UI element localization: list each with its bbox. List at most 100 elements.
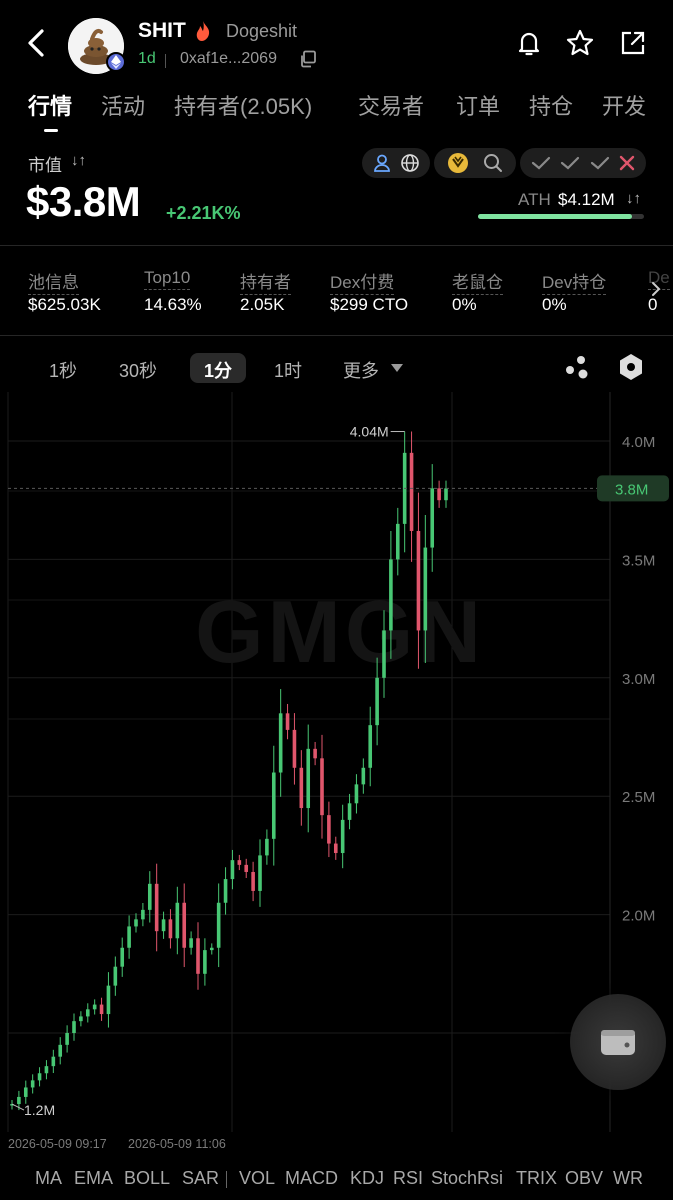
indicator-boll[interactable]: BOLL xyxy=(124,1168,170,1189)
indicator-ma[interactable]: MA xyxy=(35,1168,62,1189)
ath-progress-fill xyxy=(478,214,632,219)
user-icon[interactable] xyxy=(372,153,392,173)
stat-top10-label[interactable]: Top10 xyxy=(144,268,191,290)
indicator-rsi[interactable]: RSI xyxy=(393,1168,423,1189)
indicator-vol[interactable]: VOL xyxy=(239,1168,275,1189)
candle-body xyxy=(306,748,311,809)
x-axis: 2026-05-09 09:17 2026-05-09 11:06 xyxy=(8,1137,226,1151)
stat-dev-holding-value: 0% xyxy=(542,295,567,314)
star-icon[interactable] xyxy=(565,28,595,58)
indicator-macd[interactable]: MACD xyxy=(285,1168,338,1189)
candle-body xyxy=(72,1021,76,1033)
token-age: 1d xyxy=(138,50,156,67)
y-axis: 4.0M3.5M3.0M2.5M2.0M1.5M xyxy=(622,434,655,1043)
tab-holders[interactable]: 持有者(2.05K) xyxy=(174,89,312,121)
tab-market[interactable]: 行情 xyxy=(28,89,72,121)
indicator-wr[interactable]: WR xyxy=(613,1168,643,1189)
candle-body xyxy=(51,1056,56,1067)
candle-body xyxy=(423,547,428,631)
stat-pool-label[interactable]: 池信息 xyxy=(28,268,79,295)
candle-body xyxy=(30,1080,35,1088)
candle-body xyxy=(113,966,118,986)
candles-group xyxy=(10,431,448,1111)
token-symbol: SHIT xyxy=(138,19,186,42)
wallet-button[interactable] xyxy=(570,994,666,1090)
candle-body xyxy=(278,713,283,773)
globe-icon[interactable] xyxy=(400,153,420,173)
candle-body xyxy=(161,919,166,932)
x-tick-label: 2026-05-09 09:17 xyxy=(8,1137,107,1151)
candle-body xyxy=(141,909,145,920)
audit-shield-icon[interactable] xyxy=(447,152,469,174)
interval-30s[interactable]: 30秒 xyxy=(119,357,157,383)
contract-address[interactable]: 0xaf1e...2069 xyxy=(180,50,277,68)
candle-body xyxy=(37,1073,42,1081)
candle-body xyxy=(271,772,276,839)
high-value-label: 4.04M xyxy=(350,424,389,440)
divider xyxy=(0,335,673,336)
divider xyxy=(0,245,673,246)
caret-down-icon[interactable] xyxy=(391,363,403,373)
candle-body xyxy=(430,488,435,548)
interval-1m[interactable]: 1分 xyxy=(204,357,232,383)
candle-body xyxy=(99,1004,104,1015)
candle-body xyxy=(347,803,352,820)
y-tick-label: 3.5M xyxy=(622,552,655,569)
chart-settings-icon[interactable] xyxy=(617,352,645,382)
candle-body xyxy=(17,1096,21,1105)
indicator-divider xyxy=(226,1171,227,1188)
candle-body xyxy=(354,784,359,804)
candle-body xyxy=(154,883,159,932)
interval-1h[interactable]: 1时 xyxy=(274,357,302,383)
check-icon xyxy=(531,155,551,171)
candle-body xyxy=(320,758,324,816)
sort-icon[interactable]: ↓↑ xyxy=(626,190,641,207)
candle-body xyxy=(265,838,269,856)
candle-body xyxy=(299,767,304,809)
security-checks-group[interactable] xyxy=(520,148,646,178)
candle-body xyxy=(285,713,290,730)
stat-dex-paid-value: $299 CTO xyxy=(330,295,409,314)
indicator-obv[interactable]: OBV xyxy=(565,1168,603,1189)
candle-body xyxy=(216,902,221,948)
candle-body xyxy=(409,452,414,531)
drawing-tools-icon[interactable] xyxy=(562,352,592,382)
tab-traders[interactable]: 交易者 xyxy=(358,89,424,121)
back-arrow-icon[interactable] xyxy=(22,26,52,60)
tab-positions[interactable]: 持仓 xyxy=(529,89,573,121)
candle-body xyxy=(333,843,338,854)
candle-body xyxy=(313,748,317,759)
fire-icon xyxy=(193,19,213,43)
chevron-right-icon[interactable] xyxy=(648,280,664,298)
bell-icon[interactable] xyxy=(514,28,544,58)
tab-activity[interactable]: 活动 xyxy=(101,89,145,121)
candle-body xyxy=(58,1044,63,1057)
indicator-kdj[interactable]: KDJ xyxy=(350,1168,384,1189)
interval-1s[interactable]: 1秒 xyxy=(49,357,77,383)
copy-icon[interactable] xyxy=(299,50,317,68)
candle-body xyxy=(382,630,386,678)
candle-body xyxy=(79,1016,83,1022)
stat-holders-value: 2.05K xyxy=(240,295,285,314)
stat-rat-trader-label[interactable]: 老鼠仓 xyxy=(452,268,503,295)
stat-holders-label[interactable]: 持有者 xyxy=(240,268,291,295)
indicator-sar[interactable]: SAR xyxy=(182,1168,219,1189)
stat-dev-holding-label[interactable]: Dev持仓 xyxy=(542,268,607,295)
share-icon[interactable] xyxy=(618,28,648,58)
low-value-label: 1.2M xyxy=(24,1102,55,1118)
sort-icon[interactable]: ↓↑ xyxy=(71,152,86,169)
search-icon[interactable] xyxy=(482,152,504,174)
candle-body xyxy=(251,871,255,891)
tab-developer[interactable]: 开发 xyxy=(602,89,646,121)
stat-dex-paid-label[interactable]: Dex付费 xyxy=(330,268,395,295)
indicator-stochrsi[interactable]: StochRsi xyxy=(431,1168,503,1189)
interval-more[interactable]: 更多 xyxy=(343,357,379,383)
indicator-ema[interactable]: EMA xyxy=(74,1168,113,1189)
candle-body xyxy=(203,950,207,974)
candle-body xyxy=(134,919,138,927)
tab-orders[interactable]: 订单 xyxy=(456,89,500,121)
indicator-trix[interactable]: TRIX xyxy=(516,1168,557,1189)
candle-body xyxy=(106,985,111,1015)
market-cap-value: $3.8M xyxy=(26,178,141,225)
candle-body xyxy=(444,488,448,501)
